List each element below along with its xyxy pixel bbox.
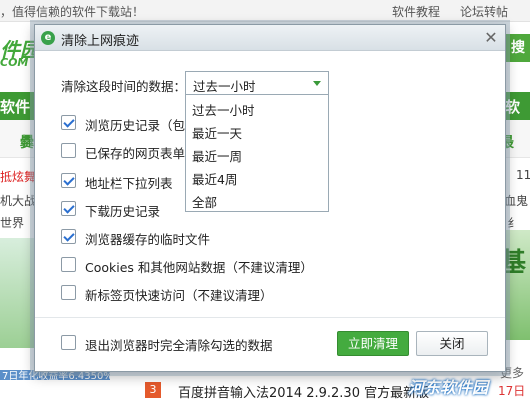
bg-list-line[interactable]: 抵炫舞 bbox=[0, 168, 36, 185]
dialog-title: 清除上网痕迹 bbox=[61, 34, 140, 49]
site-slogan: ，值得信赖的软件下载站！ bbox=[0, 5, 145, 19]
site-watermark: 河东软件园 bbox=[408, 378, 489, 397]
dropdown-option[interactable]: 全部 bbox=[192, 192, 217, 211]
checkbox-clear-on-exit[interactable] bbox=[61, 335, 76, 350]
dropdown-option[interactable]: 最近一天 bbox=[192, 123, 242, 142]
chevron-down-icon[interactable] bbox=[313, 81, 321, 86]
checkbox-cache[interactable] bbox=[61, 229, 76, 244]
checkbox-browsing-history[interactable] bbox=[61, 115, 76, 130]
dropdown-option[interactable]: 最近一周 bbox=[192, 146, 242, 165]
browser-logo-icon: e bbox=[41, 31, 55, 45]
checkbox-download-history[interactable] bbox=[61, 201, 76, 216]
checkbox-cookies[interactable] bbox=[61, 257, 76, 272]
checkbox-new-tab-quick-access[interactable] bbox=[61, 285, 76, 300]
time-range-value: 过去一小时 bbox=[193, 79, 256, 94]
top-link-tutorials[interactable]: 软件教程 bbox=[392, 3, 440, 20]
dropdown-option[interactable]: 过去一小时 bbox=[192, 100, 255, 119]
nav-item-right[interactable]: 软 bbox=[505, 96, 520, 117]
clear-history-dialog: e 清除上网痕迹 ✕ 清除这段时间的数据： 过去一小时 浏览历史记录（包含 已保… bbox=[34, 24, 506, 372]
time-range-dropdown: 过去一小时 最近一天 最近一周 最近4周 全部 bbox=[185, 94, 329, 212]
option-label: 新标签页快速访问（不建议清理） bbox=[85, 288, 273, 303]
download-item-title[interactable]: 百度拼音输入法2014 2.9.2.30 官方最新版 bbox=[178, 382, 429, 401]
site-search-button[interactable]: 搜 bbox=[506, 34, 530, 62]
option-label: 地址栏下拉列表 bbox=[85, 176, 173, 191]
bg-list-line[interactable]: 世界 bbox=[0, 214, 24, 231]
nav-item-software[interactable]: 软件 bbox=[0, 96, 30, 117]
rank-badge: 3 bbox=[145, 382, 161, 398]
site-logo-sub: COM bbox=[0, 56, 29, 69]
option-label: 浏览器缓存的临时文件 bbox=[85, 232, 211, 247]
left-banner-image[interactable] bbox=[0, 238, 34, 348]
checkbox-address-bar[interactable] bbox=[61, 173, 76, 188]
close-button[interactable]: 关闭 bbox=[416, 331, 488, 356]
option-label: 已保存的网页表单数 bbox=[85, 146, 198, 161]
checkbox-form-data[interactable] bbox=[61, 143, 76, 158]
clear-now-button[interactable]: 立即清理 bbox=[337, 331, 409, 356]
option-label: Cookies 和其他网站数据（不建议清理） bbox=[85, 260, 313, 275]
bg-right-line[interactable]: 11 bbox=[516, 168, 530, 182]
option-label: 退出浏览器时完全清除勾选的数据 bbox=[85, 338, 273, 353]
bg-list-line[interactable]: 机大战 bbox=[0, 192, 36, 209]
download-item-date: 17日 bbox=[498, 384, 526, 398]
time-range-select[interactable]: 过去一小时 bbox=[185, 71, 329, 95]
site-top-bar: ，值得信赖的软件下载站！ 软件教程 论坛转帖 bbox=[0, 0, 530, 22]
footer-divider bbox=[35, 317, 505, 318]
top-link-forum[interactable]: 论坛转帖 bbox=[460, 3, 508, 20]
sub-item-left[interactable]: 爨 bbox=[20, 132, 34, 152]
option-label: 下载历史记录 bbox=[85, 204, 161, 219]
dialog-titlebar[interactable]: e 清除上网痕迹 ✕ bbox=[35, 25, 505, 51]
dropdown-option[interactable]: 最近4周 bbox=[192, 169, 237, 188]
option-label: 浏览历史记录（包含 bbox=[85, 118, 198, 133]
time-range-label: 清除这段时间的数据： bbox=[61, 79, 187, 94]
close-icon[interactable]: ✕ bbox=[481, 28, 501, 48]
